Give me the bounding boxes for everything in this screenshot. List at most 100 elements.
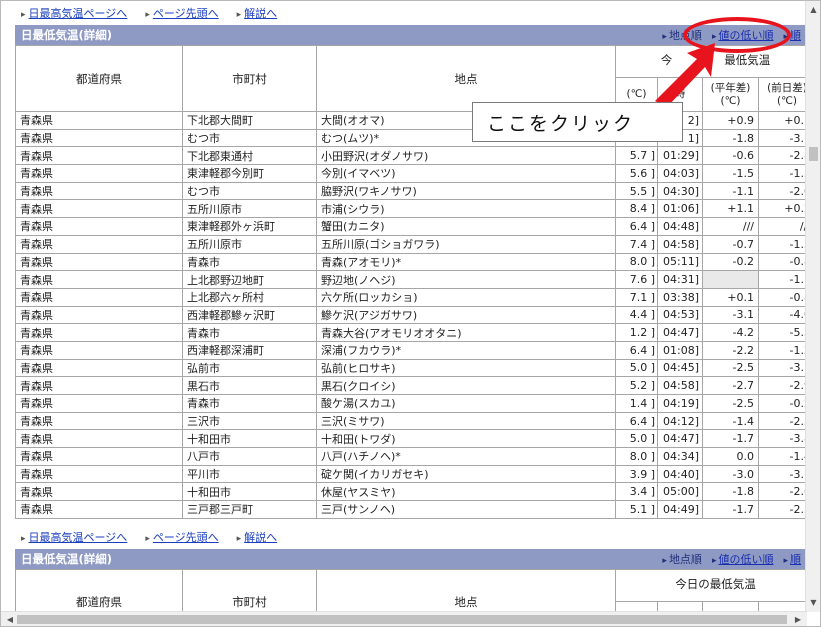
cell-municipality: 上北郡六ヶ所村	[182, 287, 317, 307]
cell-prefecture: 青森県	[15, 164, 183, 183]
cell-station: 五所川原(ゴショガワラ)	[316, 234, 616, 254]
cell-normal-diff: -4.2	[702, 323, 759, 342]
sort-low-value-link[interactable]: 値の低い順	[718, 29, 773, 42]
explanation-link[interactable]: 解説へ	[244, 7, 277, 20]
cell-station: 酸ケ湯(スカユ)	[316, 394, 616, 413]
scroll-up-icon[interactable]: ▲	[806, 3, 820, 17]
cell-prefecture: 青森県	[15, 358, 183, 378]
cell-municipality: 下北郡大間町	[182, 111, 317, 130]
cell-normal-diff: -2.2	[702, 340, 759, 360]
cell-municipality: 東津軽郡今別町	[182, 164, 317, 183]
nav-item-top: ▸ ページ先頭へ	[145, 5, 218, 21]
cell-prev-diff: -3.8	[758, 429, 807, 449]
explanation-link-2[interactable]: 解説へ	[244, 531, 277, 544]
table-row: 青森県東津軽郡外ヶ浜町蟹田(カニタ)6.4 ]04:48]//////	[15, 217, 807, 236]
scroll-left-icon[interactable]: ◀	[3, 612, 17, 626]
col-municipality: 市町村	[182, 45, 317, 112]
cell-station: 青森大谷(アオモリオオタニ)	[316, 323, 616, 342]
cell-normal-diff: -1.7	[702, 429, 759, 449]
cell-prefecture: 青森県	[15, 394, 183, 413]
cell-municipality: 平川市	[182, 464, 317, 484]
cell-station: 深浦(フカウラ)*	[316, 340, 616, 360]
cell-prev-diff: -2.6	[758, 482, 807, 502]
max-temp-page-link[interactable]: 日最高気温ページへ	[29, 7, 128, 20]
col-normal-diff-2: (平年差)	[702, 600, 759, 611]
cell-municipality: 五所川原市	[182, 234, 317, 254]
page-top-link-2[interactable]: ページ先頭へ	[153, 531, 219, 544]
section-title: 日最低気温(詳細)	[21, 28, 113, 42]
cell-time: 04:45]	[657, 358, 703, 378]
horizontal-scroll-thumb[interactable]	[17, 615, 787, 624]
table-row: 青森県八戸市八戸(ハチノヘ)*8.0 ]04:34]0.0-1.4	[15, 447, 807, 466]
cell-prefecture: 青森県	[15, 411, 183, 431]
table-body: 青森県下北郡大間町大間(オオマ)2]+0.9+0.1青森県むつ市むつ(ムツ)*1…	[15, 111, 807, 519]
cell-time: 04:58]	[657, 234, 703, 254]
cell-station: 六ケ所(ロッカショ)	[316, 287, 616, 307]
cell-temp: 5.0 ]	[615, 358, 658, 378]
table-row: 青森県東津軽郡今別町今別(イマベツ)5.6 ]04:03]-1.5-1.3	[15, 164, 807, 183]
sort-more: ▸ 順	[783, 27, 801, 43]
scroll-down-icon[interactable]: ▼	[806, 596, 820, 610]
scroll-right-icon[interactable]: ▶	[791, 612, 805, 626]
table-row: 青森県青森市青森(アオモリ)*8.0 ]05:11]-0.2-0.8	[15, 252, 807, 272]
cell-prefecture: 青森県	[15, 234, 183, 254]
cell-normal-diff: -0.2	[702, 252, 759, 272]
nav-item-top-2: ▸ ページ先頭へ	[145, 529, 218, 545]
cell-temp: 5.7 ]	[615, 146, 658, 166]
triangle-right-icon: ▸	[236, 10, 242, 20]
cell-municipality: 八戸市	[182, 447, 317, 466]
cell-time: 04:48]	[657, 217, 703, 236]
cell-prefecture: 青森県	[15, 447, 183, 466]
cell-time: 04:58]	[657, 376, 703, 395]
table-row: 青森県五所川原市五所川原(ゴショガワラ)7.4 ]04:58]-0.7-1.3	[15, 234, 807, 254]
max-temp-page-link-2[interactable]: 日最高気温ページへ	[29, 531, 128, 544]
cell-prev-diff: -3.7	[758, 358, 807, 378]
page-top-link[interactable]: ページ先頭へ	[153, 7, 219, 20]
cell-normal-diff: -1.8	[702, 128, 759, 148]
cell-time: 04:12]	[657, 411, 703, 431]
cell-prefecture: 青森県	[15, 482, 183, 502]
cell-normal-diff: -0.7	[702, 234, 759, 254]
triangle-right-icon: ▸	[783, 32, 788, 42]
cell-prefecture: 青森県	[15, 181, 183, 201]
sort-other-link[interactable]: 順	[790, 29, 801, 42]
sort-low-value-link-2[interactable]: 値の低い順	[718, 553, 773, 566]
triangle-right-icon: ▸	[21, 10, 26, 20]
cell-temp: 5.5 ]	[615, 181, 658, 201]
cell-time: 04:49]	[657, 500, 703, 519]
cell-station: 十和田(トワダ)	[316, 429, 616, 449]
cell-normal-diff: -0.6	[702, 146, 759, 166]
cell-normal-diff: ///	[702, 217, 759, 236]
triangle-right-icon: ▸	[662, 555, 667, 566]
nav-links-bottom: ▸ 日最高気温ページへ ▸ ページ先頭へ ▸ 解説へ	[15, 525, 807, 549]
vertical-scrollbar[interactable]: ▲ ▼	[805, 1, 820, 612]
cell-time: 01:29]	[657, 146, 703, 166]
nav-item-max-temp: ▸ 日最高気温ページへ	[21, 5, 127, 21]
cell-station: 小田野沢(オダノサワ)	[316, 146, 616, 166]
cell-station: 市浦(シウラ)	[316, 199, 616, 219]
cell-municipality: 十和田市	[182, 429, 317, 449]
cell-prev-diff: -0.8	[758, 287, 807, 307]
col-time-2: 起時	[657, 600, 703, 611]
cell-temp: 8.0 ]	[615, 447, 658, 466]
triangle-right-icon: ▸	[21, 533, 26, 544]
cell-prev-diff: -0.8	[758, 252, 807, 272]
cell-time: 04:47]	[657, 429, 703, 449]
cell-temp: 8.4 ]	[615, 199, 658, 219]
cell-station: 三沢(ミサワ)	[316, 411, 616, 431]
sort-other-link-2[interactable]: 順	[790, 553, 801, 566]
cell-normal-diff: -2.5	[702, 358, 759, 378]
col-normal-diff: (平年差) (℃)	[702, 77, 759, 112]
cell-municipality: 五所川原市	[182, 199, 317, 219]
cell-normal-diff: 0.0	[702, 447, 759, 466]
cell-station: 青森(アオモリ)*	[316, 252, 616, 272]
cell-municipality: 三戸郡三戸町	[182, 500, 317, 519]
vertical-scroll-thumb[interactable]	[809, 147, 818, 161]
horizontal-scrollbar[interactable]: ◀ ▶	[1, 611, 807, 626]
browser-viewport: ▸ 日最高気温ページへ ▸ ページ先頭へ ▸ 解説へ 日最低気温(詳細) ▸ 地点順 ▸…	[0, 0, 821, 627]
table-row: 青森県むつ市脇野沢(ワキノサワ)5.5 ]04:30]-1.1-2.0	[15, 181, 807, 201]
col-prev-diff: (前日差) (℃)	[758, 77, 807, 112]
cell-municipality: 青森市	[182, 323, 317, 342]
cell-time: 04:53]	[657, 305, 703, 325]
cell-prev-diff: -1.2	[758, 340, 807, 360]
